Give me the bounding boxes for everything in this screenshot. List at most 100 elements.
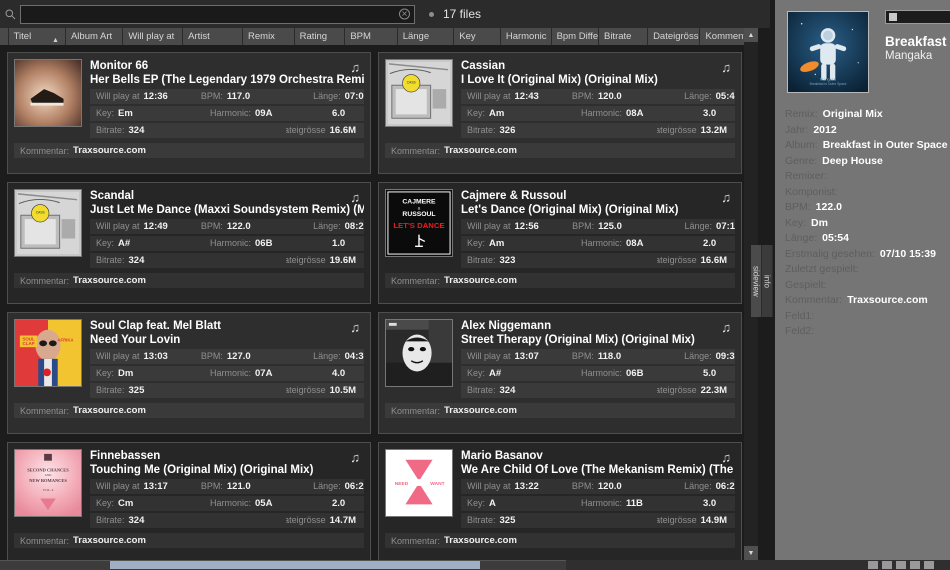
- track-field-row: Key: Dm Harmonic: 07A 4.0: [90, 366, 364, 381]
- field-value: 09A: [255, 108, 273, 119]
- column-header-l-nge[interactable]: Länge: [397, 28, 455, 45]
- tray-icon[interactable]: [882, 561, 892, 569]
- info-field-row: Zuletzt gespielt:: [785, 263, 950, 279]
- music-note-icon: ♫: [350, 190, 360, 205]
- info-field-row: Remixer:: [785, 170, 950, 186]
- svg-text:Breakfast in Outer Space: Breakfast in Outer Space: [810, 82, 847, 86]
- track-title: We Are Child Of Love (The Mekanism Remix…: [461, 464, 735, 476]
- field-laenge: Länge:09:38: [678, 351, 735, 362]
- track-field-row: Bitrate:325 Dateigrösse14.9M: [461, 513, 735, 528]
- field-bitrate: Bitrate: 323: [461, 255, 556, 266]
- field-value: 13:22: [514, 481, 539, 492]
- tray-icon[interactable]: [868, 561, 878, 569]
- column-header-label: Länge: [402, 31, 430, 42]
- track-card[interactable]: ♫ NEED WANT Mario Basanov We Are Child Of…: [378, 442, 742, 564]
- track-artist: Alex Niggemann: [461, 320, 552, 332]
- track-card[interactable]: ♫ SECOND CHANCES AND NEW ROMANCES VOL. 4 Fi…: [7, 442, 371, 564]
- column-header-remix[interactable]: Remix: [243, 28, 295, 45]
- field-value: 324: [128, 515, 145, 526]
- info-panel-field[interactable]: [885, 10, 950, 24]
- field-value: 6.0: [332, 108, 346, 119]
- tray-icon[interactable]: [896, 561, 906, 569]
- field-label: Harmonic:: [581, 108, 623, 118]
- track-card[interactable]: ♫ CASS Cassian I Love It (Original Mix) …: [378, 52, 742, 174]
- taskbar-right-region: [566, 560, 950, 570]
- album-art[interactable]: CAJMERE & RUSSOUL LET'S DANCE: [385, 189, 453, 257]
- info-field-label: Remix:: [785, 108, 818, 120]
- taskbar-window-item[interactable]: [110, 561, 480, 569]
- field-value: 08:26: [344, 221, 364, 232]
- track-card[interactable]: ♫ SOUL CLAP AFRIKA Soul Clap feat. Mel Bla…: [7, 312, 371, 434]
- field-value: Traxsource.com: [73, 275, 146, 286]
- side-tab-sideview[interactable]: sideview: [751, 245, 762, 317]
- info-field-row: Kommentar: Traxsource.com: [785, 294, 950, 310]
- info-field-row: Feld2:: [785, 325, 950, 341]
- scroll-up-icon[interactable]: ▲: [744, 28, 758, 42]
- search-input[interactable]: [21, 5, 414, 23]
- field-value: 12:56: [514, 221, 539, 232]
- field-value: 120.0: [597, 481, 622, 492]
- track-comment-row: Kommentar: Traxsource.com: [14, 403, 364, 418]
- album-art[interactable]: [385, 319, 453, 387]
- column-header-bitrate[interactable]: Bitrate: [598, 28, 649, 45]
- column-grip[interactable]: [0, 28, 9, 45]
- field-value: A: [489, 498, 496, 509]
- album-art[interactable]: CASS: [385, 59, 453, 127]
- track-card[interactable]: ♫ Monitor 66 Her Bells EP (The Legendary…: [7, 52, 371, 174]
- field-harmonic: Harmonic: 06B: [575, 368, 697, 379]
- album-art[interactable]: NEED WANT: [385, 449, 453, 517]
- album-art[interactable]: [14, 59, 82, 127]
- svg-text:AND: AND: [45, 473, 52, 477]
- album-art[interactable]: SOUL CLAP AFRIKA: [14, 319, 82, 387]
- column-header-rating[interactable]: Rating: [294, 28, 346, 45]
- track-comment-row: Kommentar: Traxsource.com: [14, 143, 364, 158]
- field-will-play-at: Will play at 12:36: [90, 91, 195, 102]
- column-header-will-play-at[interactable]: Will play at: [123, 28, 184, 45]
- field-will-play-at: Will play at 13:07: [461, 351, 566, 362]
- track-card[interactable]: ♫ CASS Scandal Just Let Me Dance (Maxxi …: [7, 182, 371, 304]
- column-header-kommentar[interactable]: Kommentar: [700, 28, 749, 45]
- field-value: Traxsource.com: [73, 405, 146, 416]
- svg-text:NEED: NEED: [395, 481, 409, 487]
- info-panel-title: Breakfast in: [885, 34, 950, 49]
- info-field-row: Komponist:: [785, 186, 950, 202]
- info-field-label: Feld1:: [785, 309, 815, 322]
- field-label: Will play at: [467, 91, 511, 101]
- track-field-row: Bitrate:326 Dateigrösse13.2M: [461, 123, 735, 138]
- field-value: A#: [118, 238, 131, 249]
- column-header-artist[interactable]: Artist: [183, 28, 244, 45]
- music-note-icon: ♫: [721, 60, 731, 75]
- search-icon: [0, 0, 20, 28]
- column-header-harmonic[interactable]: Harmonic: [500, 28, 552, 45]
- field-value: 05A: [255, 498, 273, 509]
- album-art[interactable]: CASS: [14, 189, 82, 257]
- field-value: 127.0: [226, 351, 251, 362]
- field-label: Harmonic:: [581, 238, 623, 248]
- column-header-titel[interactable]: Titel ▲: [8, 28, 66, 45]
- column-header-album-art[interactable]: Album Art: [65, 28, 124, 45]
- field-value: 325: [128, 385, 145, 396]
- field-key: Key: A: [461, 498, 575, 509]
- track-card[interactable]: ♫ CAJMERE & RUSSOUL LET'S DANCE Cajmere & R…: [378, 182, 742, 304]
- field-dateigroesse: Dateigrösse14.7M: [286, 515, 364, 526]
- column-header-bpm[interactable]: BPM: [345, 28, 398, 45]
- track-card[interactable]: ♫ Alex Niggemann Street Therapy (Origina…: [378, 312, 742, 434]
- column-header-label: Bpm Differen: [556, 31, 599, 42]
- column-header-bpm-differen[interactable]: Bpm Differen: [551, 28, 599, 45]
- field-harmonic: Harmonic: 06B: [204, 238, 326, 249]
- album-art[interactable]: SECOND CHANCES AND NEW ROMANCES VOL. 4: [14, 449, 82, 517]
- field-value: 07:09: [344, 91, 364, 102]
- clear-icon[interactable]: ✕: [399, 8, 410, 20]
- field-label: Dateigrösse: [285, 385, 326, 395]
- field-label: Will play at: [467, 221, 511, 231]
- track-title: Her Bells EP (The Legendary 1979 Orchest…: [90, 74, 364, 86]
- field-bpm: BPM: 121.0: [195, 481, 307, 492]
- search-field[interactable]: ✕: [20, 4, 415, 24]
- column-header-bar: Titel ▲ Album Art Will play at Artist Remix Ra…: [0, 28, 759, 45]
- tray-icon[interactable]: [924, 561, 934, 569]
- column-header-key[interactable]: Key: [454, 28, 501, 45]
- column-header-dateigr-sse[interactable]: Dateigrösse: [648, 28, 701, 45]
- side-tab-info[interactable]: info: [762, 245, 773, 317]
- scroll-down-icon[interactable]: ▼: [744, 546, 758, 560]
- tray-icon[interactable]: [910, 561, 920, 569]
